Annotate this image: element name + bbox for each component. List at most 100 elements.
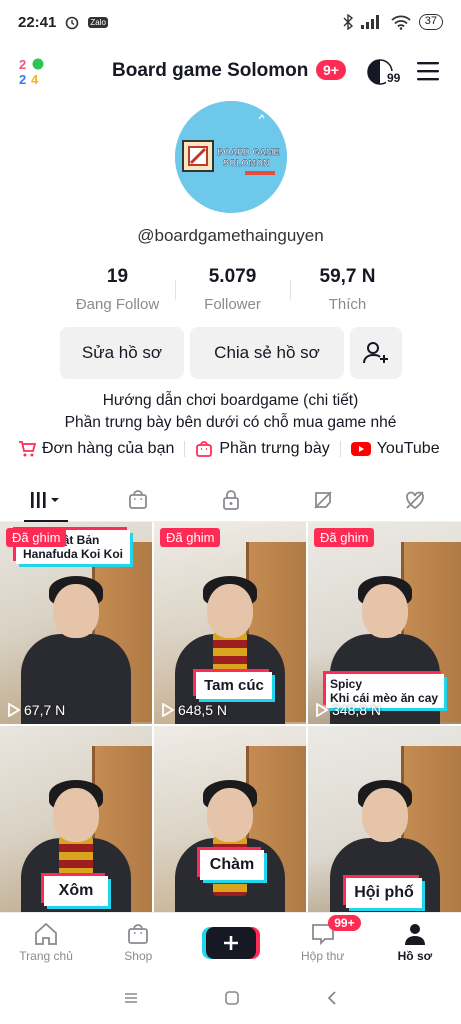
pinned-badge: Đã ghim — [314, 528, 375, 547]
shopping-bag-icon — [128, 924, 149, 944]
nav-profile-label: Hồ sơ — [397, 949, 433, 963]
profile-actions: Sửa hồ sơ Chia sẻ hồ sơ — [60, 327, 402, 379]
back-icon[interactable] — [326, 990, 338, 1006]
view-count: 67,7 N — [8, 702, 65, 718]
tab-liked[interactable] — [369, 478, 461, 521]
repost-hidden-icon — [314, 490, 332, 509]
video-caption: Hội phố — [346, 878, 422, 908]
tab-shop[interactable] — [92, 478, 184, 521]
likes-count: 59,7 N — [319, 266, 376, 287]
showcase-link[interactable]: Phần trưng bày — [195, 440, 330, 458]
nav-inbox-label: Hộp thư — [301, 949, 345, 963]
svg-text:4: 4 — [31, 72, 39, 86]
nav-shop[interactable]: Shop — [92, 913, 184, 972]
divider — [339, 441, 341, 457]
plus-icon — [223, 935, 238, 950]
add-friend-button[interactable] — [350, 327, 402, 379]
battery-icon: 37 — [418, 14, 443, 30]
wifi-icon — [391, 15, 411, 30]
liked-hidden-icon — [406, 490, 424, 509]
nav-inbox[interactable]: 99+ Hộp thư — [277, 913, 369, 972]
youtube-icon — [350, 442, 371, 456]
alarm-icon — [66, 16, 79, 30]
following-stat[interactable]: 19 Đang Follow — [60, 266, 175, 313]
play-icon — [316, 703, 328, 717]
signal-icon — [360, 15, 379, 29]
create-button[interactable] — [205, 926, 256, 959]
divider — [184, 441, 186, 457]
menu-icon[interactable] — [416, 60, 440, 82]
likes-stat[interactable]: 59,7 N Thích — [290, 266, 405, 313]
svg-text:BOARD GAME: BOARD GAME — [217, 147, 280, 157]
lock-icon — [222, 489, 239, 510]
profile-icon — [404, 924, 425, 945]
profile-name[interactable]: Board game Solomon — [112, 60, 308, 82]
nav-create[interactable] — [184, 913, 276, 972]
bio-line-1: Hướng dẫn chơi boardgame (chi tiết) — [102, 392, 359, 409]
video-grid: Đã ghim Nhật Bản Hanafuda Koi Koi 67,7 N… — [0, 522, 461, 928]
likes-label: Thích — [328, 296, 367, 313]
nav-profile[interactable]: Hồ sơ — [369, 913, 461, 972]
svg-text:SOLOMON: SOLOMON — [223, 158, 270, 168]
zalo-icon: Zalo — [88, 16, 108, 28]
youtube-link[interactable]: YouTube — [350, 440, 440, 458]
bottom-navigation: Trang chủ Shop 99+ Hộp thư Hồ sơ — [0, 912, 461, 972]
profile-header: 2 2 4 Board game Solomon 9+ 99 — [0, 50, 461, 94]
follower-label: Follower — [204, 296, 261, 313]
video-thumbnail[interactable]: Đã ghim Tam cúc 648,5 N — [154, 522, 306, 724]
follower-stat[interactable]: 5.079 Follower — [175, 266, 290, 313]
account-switch-badge[interactable]: 9+ — [316, 60, 346, 80]
status-bar: 22:41 Zalo 37 — [0, 0, 461, 44]
shopping-bag-icon — [129, 489, 148, 509]
play-icon — [8, 703, 20, 717]
inbox-badge: 99+ — [328, 915, 361, 931]
video-caption: Tam cúc — [196, 672, 272, 699]
year-2024-logo-icon[interactable]: 2 2 4 — [18, 56, 48, 86]
following-count: 19 — [106, 266, 129, 287]
following-label: Đang Follow — [75, 296, 160, 313]
avatar-count: 99 — [386, 71, 402, 85]
content-tabs — [0, 478, 461, 522]
bluetooth-icon — [343, 14, 353, 30]
bio-line-2: Phần trưng bày bên dưới có chỗ mua game … — [64, 414, 397, 431]
play-icon — [162, 703, 174, 717]
showcase-label: Phần trưng bày — [219, 440, 330, 457]
edit-profile-button[interactable]: Sửa hồ sơ — [60, 327, 184, 379]
video-thumbnail[interactable]: Xôm — [0, 726, 152, 928]
video-thumbnail[interactable]: Chàm — [154, 726, 306, 928]
nav-shop-label: Shop — [124, 949, 153, 963]
nav-home[interactable]: Trang chủ — [0, 913, 92, 972]
recent-apps-icon[interactable] — [123, 991, 139, 1005]
pinned-badge: Đã ghim — [160, 528, 221, 547]
video-caption: Xôm — [44, 876, 108, 906]
story-avatar[interactable]: 99 — [366, 57, 402, 87]
orders-link[interactable]: Đơn hàng của bạn — [18, 440, 174, 458]
video-thumbnail[interactable]: Đã ghim Spicy Khi cái mèo ăn cay 348,8 N — [308, 522, 461, 724]
video-thumbnail[interactable]: Hội phố — [308, 726, 461, 928]
orders-label: Đơn hàng của bạn — [42, 440, 175, 457]
pinned-badge: Đã ghim — [6, 528, 67, 547]
grid-videos-icon — [31, 491, 60, 508]
tab-private[interactable] — [184, 478, 276, 521]
profile-links: Đơn hàng của bạn Phần trưng bày YouTube — [18, 440, 448, 458]
svg-text:2: 2 — [19, 72, 26, 86]
cart-icon — [19, 441, 36, 457]
view-count: 648,5 N — [162, 702, 227, 718]
video-caption: Chàm — [200, 850, 264, 880]
tab-reposts[interactable] — [277, 478, 369, 521]
video-thumbnail[interactable]: Đã ghim Nhật Bản Hanafuda Koi Koi 67,7 N — [0, 522, 152, 724]
profile-avatar[interactable]: BOARD GAME SOLOMON — [175, 101, 287, 213]
home-icon — [35, 922, 57, 945]
system-navigation — [0, 972, 461, 1024]
board-game-logo-icon: BOARD GAME SOLOMON — [175, 101, 287, 213]
follower-count: 5.079 — [208, 266, 257, 287]
youtube-label: YouTube — [376, 440, 440, 457]
nav-home-label: Trang chủ — [19, 949, 73, 963]
share-profile-button[interactable]: Chia sẻ hồ sơ — [190, 327, 344, 379]
home-button-icon[interactable] — [224, 990, 240, 1006]
svg-text:2: 2 — [19, 57, 26, 72]
profile-stats: 19 Đang Follow 5.079 Follower 59,7 N Thí… — [60, 266, 405, 313]
add-user-icon — [363, 342, 388, 364]
clock: 22:41 — [18, 13, 57, 31]
tab-videos[interactable] — [0, 478, 92, 522]
